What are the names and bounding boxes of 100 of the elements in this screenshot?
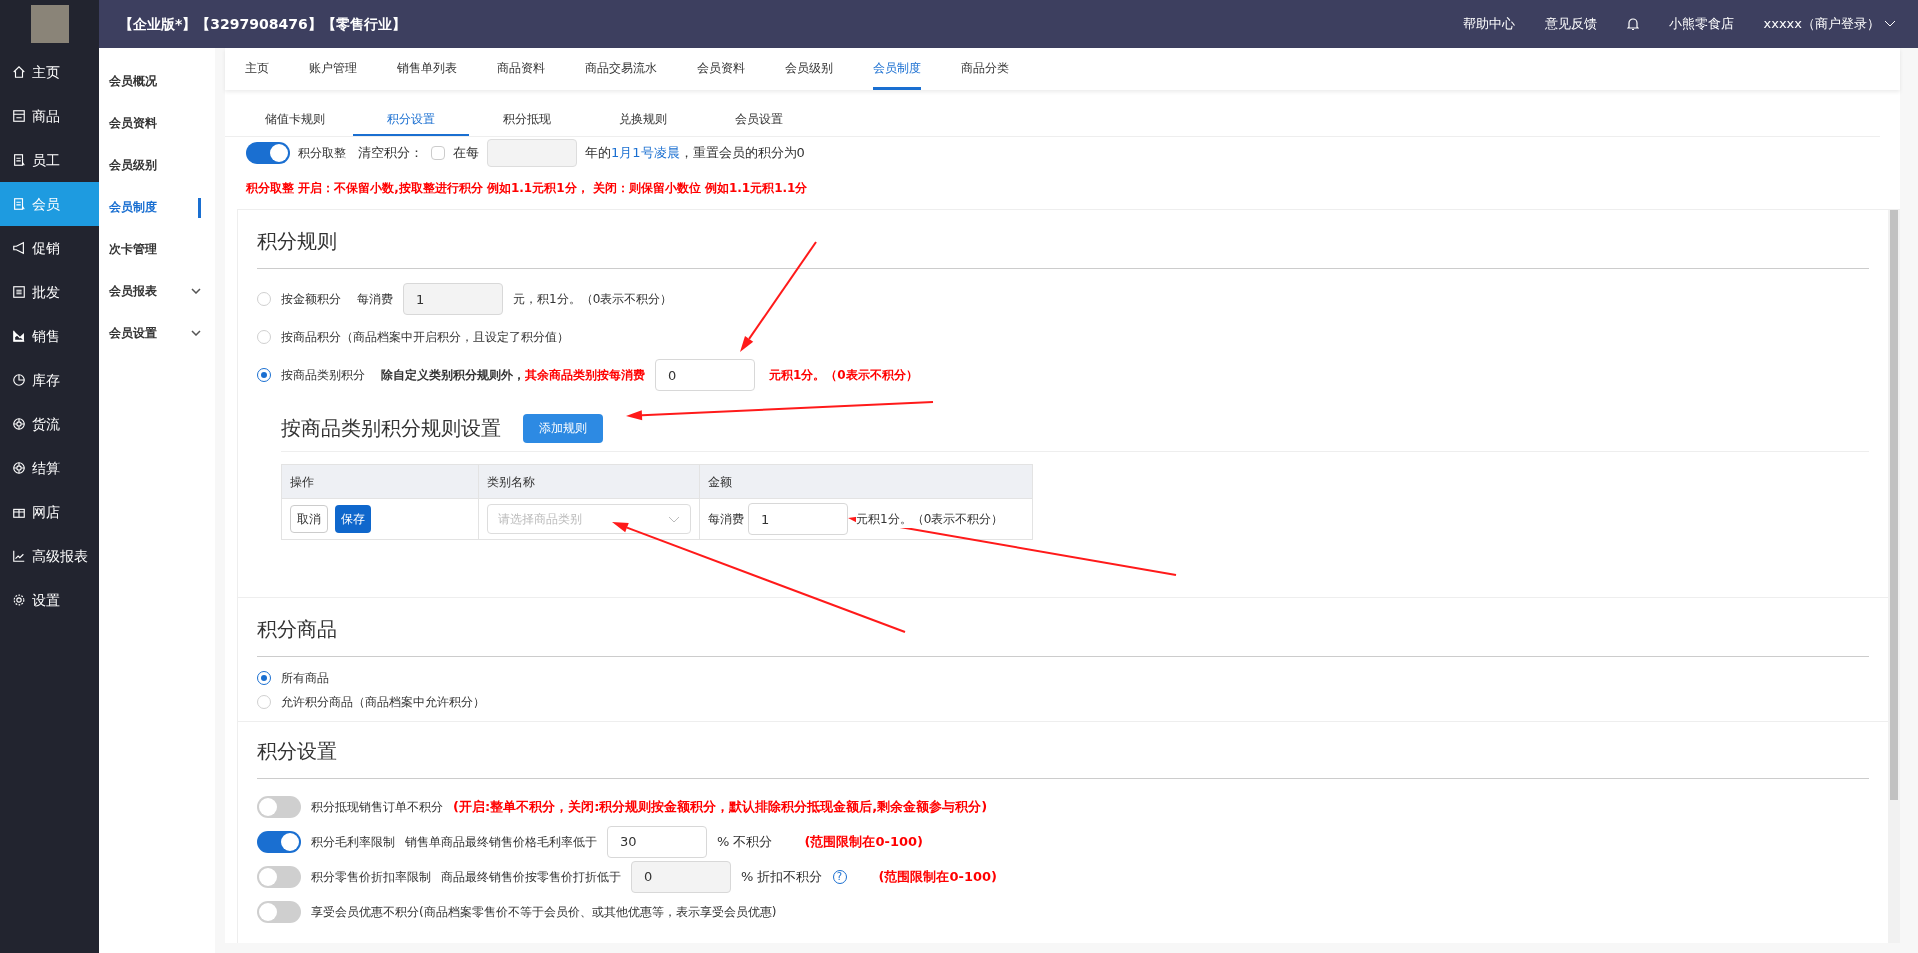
toggle-switch[interactable] [246,142,290,164]
toggle-label: 积分毛利率限制 [311,833,395,851]
sidebar-item[interactable]: 促销 [0,226,99,270]
amount-input[interactable]: 0 [655,359,755,391]
line-chart-icon [12,549,26,563]
sidebar-item[interactable]: 网店 [0,490,99,534]
every-label: 在每 [453,144,479,163]
radio-label: 允许积分商品（商品档案中允许积分） [281,694,485,711]
cancel-button[interactable]: 取消 [290,505,328,533]
header-title: 【企业版*】【3297908476】【零售行业】 [119,14,406,34]
toggle-switch[interactable] [257,900,301,923]
amount-input[interactable]: 1 [748,503,848,535]
radio-label: 按商品积分（商品档案中开启积分，且设定了积分值） [281,329,569,346]
toggle-switch[interactable] [257,795,301,818]
home-icon [12,65,26,79]
top-tab[interactable]: 商品分类 [961,59,1009,90]
top-tab[interactable]: 主页 [245,59,269,90]
warning-note: (开启:整单不积分，关闭:积分规则按金额积分，默认排除积分抵现金额后,剩余金额参与积分) [453,797,988,816]
section-title: 积分规则 [257,210,1869,269]
submenu-item[interactable]: 会员制度 [99,186,215,228]
toggle-label: 积分取整 [298,145,346,162]
amount-prefix: 每消费 [708,511,744,528]
document-icon [12,153,26,167]
sidebar-item[interactable]: 库存 [0,358,99,402]
area-chart-icon [12,329,26,343]
submenu-item[interactable]: 次卡管理 [99,228,215,270]
sidebar-item[interactable]: 高级报表 [0,534,99,578]
save-button[interactable]: 保存 [335,505,371,533]
amount-prefix: 每消费 [357,291,393,308]
chevron-down-icon [1884,20,1896,28]
submenu-item[interactable]: 会员报表 [99,270,215,312]
column-header: 金额 [699,465,1032,498]
subsection-title: 按商品类别积分规则设置 [281,415,501,442]
column-header: 操作 [289,473,315,491]
checkbox[interactable] [431,146,445,160]
sidebar-item[interactable]: 结算 [0,446,99,490]
settings-icon [12,593,26,607]
document-icon [12,197,26,211]
percent-suffix: % 折扣不积分 [741,867,823,886]
year-input[interactable] [487,139,577,167]
sub-tab[interactable]: 会员设置 [701,110,817,136]
avatar-placeholder [30,5,69,43]
chevron-down-icon [668,515,680,523]
sidebar-item[interactable]: 商品 [0,94,99,138]
limit-description: 销售单商品最终销售价格毛利率低于 [405,833,597,851]
toggle-label: 积分抵现销售订单不积分 [311,798,443,816]
add-rule-button[interactable]: 添加规则 [523,413,603,443]
percent-input[interactable]: 30 [607,825,707,858]
target-icon [12,417,26,431]
sidebar-item[interactable]: 批发 [0,270,99,314]
sidebar-item[interactable]: 销售 [0,314,99,358]
toggle-switch[interactable] [257,830,301,853]
top-tab[interactable]: 商品资料 [497,59,545,90]
submenu-item[interactable]: 会员设置 [99,312,215,354]
clear-points-label: 清空积分： [358,144,423,163]
section-title: 积分设置 [257,722,1869,779]
top-tab[interactable]: 账户管理 [309,59,357,90]
list-icon [12,285,26,299]
megaphone-icon [12,241,26,255]
submenu-item[interactable]: 会员资料 [99,102,215,144]
toggle-label: 积分零售价折扣率限制 [311,868,431,886]
sub-tab[interactable]: 积分抵现 [469,110,585,136]
submenu-item[interactable]: 会员概况 [99,60,215,102]
target-icon [12,461,26,475]
range-note: (范围限制在0-100) [878,867,997,886]
box-icon [12,109,26,123]
column-header: 类别名称 [478,465,699,498]
top-tab[interactable]: 销售单列表 [397,59,457,90]
limit-description: 商品最终销售价按零售价打折低于 [441,868,621,886]
radio-label: 所有商品 [281,670,329,687]
pie-chart-icon [12,373,26,387]
sidebar-item[interactable]: 主页 [0,50,99,94]
radio-label: 按金额积分 [281,291,341,308]
sidebar-item[interactable]: 设置 [0,578,99,622]
submenu-item[interactable]: 会员级别 [99,144,215,186]
reset-sentence: 年的1月1号凌晨，重置会员的积分为0 [585,144,805,163]
amount-input[interactable]: 1 [403,283,503,315]
top-tab[interactable]: 会员级别 [785,59,833,90]
amount-suffix: 元，积1分。（0表示不积分） [513,291,673,308]
sub-tab[interactable]: 兑换规则 [585,110,701,136]
section-title: 积分商品 [257,598,1869,657]
sidebar-item[interactable]: 货流 [0,402,99,446]
rounding-note: 积分取整 开启：不保留小数,按取整进行积分 例如1.1元积1分， 关闭：则保留小数位 例如1.1元积1.1分 [245,180,809,197]
range-note: (范围限制在0-100) [804,832,923,851]
header-link[interactable]: 意见反馈 [1544,14,1597,34]
user-menu[interactable]: xxxxx（商户登录） [1763,14,1896,34]
top-tab[interactable]: 会员制度 [873,59,921,90]
top-tab[interactable]: 会员资料 [697,59,745,90]
sub-tab[interactable]: 积分设置 [353,110,469,136]
toggle-label: 享受会员优惠不积分(商品档案零售价不等于会员价、或其他优惠等，表示享受会员优惠) [311,903,777,921]
category-rule-text: 除自定义类别积分规则外，其余商品类别按每消费 [381,367,645,384]
top-tab[interactable]: 商品交易流水 [585,59,657,90]
percent-suffix: % 不积分 [717,832,773,851]
category-suffix: 元积1分。（0表示不积分） [769,367,918,384]
sidebar-item[interactable]: 员工 [0,138,99,182]
radio-label: 按商品类别积分 [281,367,365,384]
bell-icon[interactable] [1626,17,1639,31]
store-name[interactable]: 小熊零食店 [1668,14,1734,34]
header-link[interactable]: 帮助中心 [1462,14,1515,34]
sub-tab[interactable]: 储值卡规则 [237,110,353,136]
